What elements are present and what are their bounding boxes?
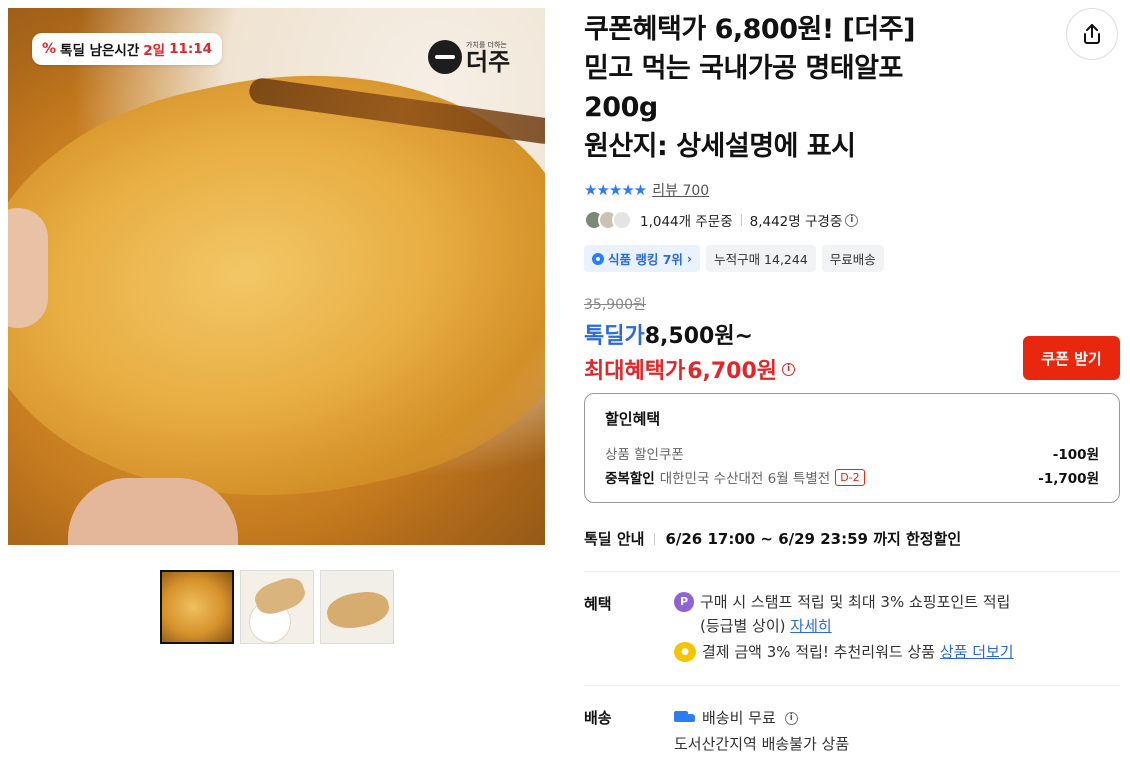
buyer-activity: 1,044개 주문중 8,442명 구경중 i [584,210,859,230]
thumbnail-2[interactable] [240,570,314,644]
stacked-discount-label: 중복할인 [605,471,655,487]
info-icon[interactable]: i [845,213,859,227]
discount-box: 할인혜택 상품 할인쿠폰 -100원 중복할인 대한민국 수산대전 6월 특별전… [584,393,1120,503]
browsing-count: 8,442명 구경중 [749,214,843,230]
title-line: 믿고 먹는 국내가공 명태알포 [584,53,903,84]
more-products-link[interactable]: 상품 더보기 [940,643,1014,661]
rating: ★★★★★ 리뷰 700 [584,180,709,200]
benefit-text: 결제 금액 3% 적립! 추천리워드 상품 [702,643,936,661]
divider [740,214,742,226]
brand-name: 더주 [466,47,511,76]
product-chips: 식품 랭킹 7위 › 누적구매 14,244 무료배송 [584,245,884,272]
deal-timer-prefix: 톡딜 남은시간 [60,43,140,59]
title-line: 원산지: 상세설명에 표시 [584,131,856,162]
deal-guide-value: 6/26 17:00 ~ 6/29 23:59 까지 한정할인 [665,530,962,548]
share-button[interactable] [1066,8,1118,60]
deal-timer-badge: % 톡딜 남은시간 2일 11:14 [32,33,223,65]
shipping-note: 도서산간지역 배송불가 상품 [674,735,850,753]
shipping-content: 배송비 무료 i 도서산간지역 배송불가 상품 [674,705,849,757]
shipping-label: 배송 [584,709,612,727]
point-icon: P [674,592,694,612]
deal-guide: 톡딜 안내 6/26 17:00 ~ 6/29 23:59 까지 한정할인 [584,528,961,549]
info-icon[interactable]: i [782,362,796,376]
ranking-icon [592,252,604,265]
percent-icon: % [42,41,57,57]
share-icon [1084,24,1100,44]
buyer-avatars [584,210,632,230]
deal-price-value: 8,500원~ [644,324,753,349]
shipping-fee: 배송비 무료 [702,709,776,727]
deal-timer-days: 2일 [143,43,166,59]
discount-row: 상품 할인쿠폰 -100원 [605,441,1099,465]
deal-timer-time: 11:14 [169,41,213,57]
benefit-text: 구매 시 스탬프 적립 및 최대 3% 쇼핑포인트 적립 [700,593,1011,611]
brand-logo: 가치를 더하는 더주 [428,40,510,74]
thumbnail-3[interactable] [320,570,394,644]
benefit-text: (등급별 상이) [700,617,786,635]
title-line: 200g [584,92,658,123]
max-price-label: 최대혜택가 [584,359,686,384]
star-rating-icon: ★★★★★ [584,181,647,199]
discount-label: 상품 할인쿠폰 [605,447,684,463]
original-price: 35,900원 [584,297,646,313]
d-day-badge: D-2 [835,468,865,486]
free-shipping-chip: 무료배송 [821,245,884,272]
benefit-label: 혜택 [584,595,612,613]
ordering-count: 1,044개 주문중 [640,214,733,230]
benefit-line: P 구매 시 스탬프 적립 및 최대 3% 쇼핑포인트 적립 (등급별 상이) … [674,590,1114,638]
avatar [612,210,632,230]
review-link[interactable]: 리뷰 700 [652,180,709,200]
truck-icon [674,711,696,725]
discount-row: 중복할인 대한민국 수산대전 6월 특별전 D-2 -1,700원 [605,465,1099,489]
section-divider [584,571,1120,572]
section-divider [584,685,1120,686]
thumbnail-list [160,570,394,644]
reward-icon: ● [674,642,696,662]
coupon-button[interactable]: 쿠폰 받기 [1023,336,1120,380]
main-product-image: % 톡딜 남은시간 2일 11:14 가치를 더하는 더주 [8,8,545,545]
deal-guide-label: 톡딜 안내 [584,530,645,548]
discount-label: 대한민국 수산대전 6월 특별전 [659,471,831,487]
max-benefit-price: 최대혜택가 6,700원 i [584,353,796,385]
thumbnail-1[interactable] [160,570,234,644]
discount-value: -100원 [1052,447,1099,463]
title-line: 쿠폰혜택가 6,800원! [더주] [584,14,915,45]
product-title: 쿠폰혜택가 6,800원! [더주] 믿고 먹는 국내가공 명태알포 200g … [584,10,1044,166]
benefit-line: ● 결제 금액 3% 적립! 추천리워드 상품 상품 더보기 [674,640,1114,664]
ranking-chip[interactable]: 식품 랭킹 7위 › [584,245,701,272]
info-icon[interactable]: i [784,711,798,725]
deal-price: 톡딜가8,500원~ [584,318,753,350]
cumulative-purchase-chip: 누적구매 14,244 [706,245,816,272]
discount-value: -1,700원 [1038,471,1099,487]
benefit-content: P 구매 시 스탬프 적립 및 최대 3% 쇼핑포인트 적립 (등급별 상이) … [674,590,1114,664]
brand-mark-icon [428,40,462,74]
finger-image [8,208,48,328]
max-price-value: 6,700원 [687,359,778,384]
hand-image [68,478,238,545]
divider [654,532,656,545]
chevron-right-icon: › [686,251,693,266]
deal-price-label: 톡딜가 [584,324,645,349]
discount-heading: 할인혜택 [605,410,661,428]
ranking-label: 식품 랭킹 7위 [608,252,683,267]
details-link[interactable]: 자세히 [790,617,831,635]
